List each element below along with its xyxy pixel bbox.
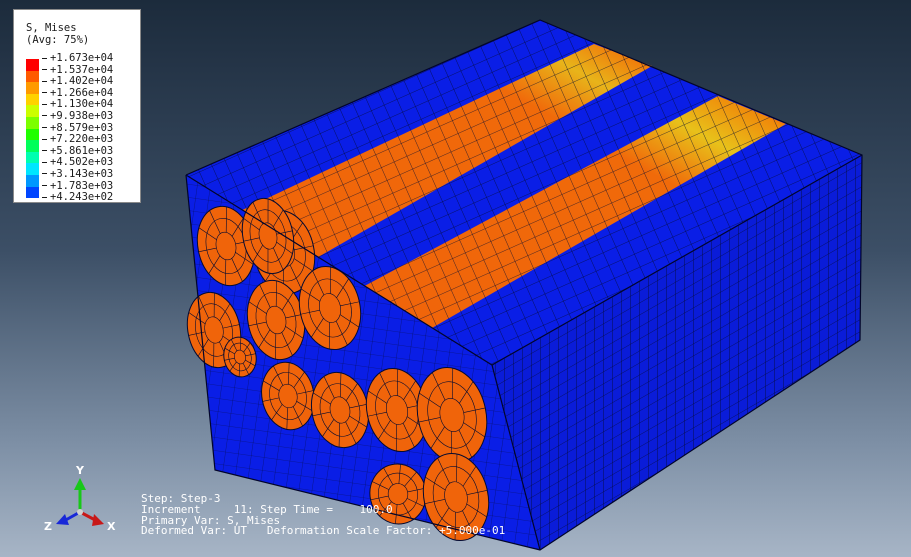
legend-swatch <box>26 163 39 175</box>
legend-swatch <box>26 140 39 152</box>
legend-swatch <box>26 186 39 199</box>
legend-swatch <box>26 128 39 141</box>
x-axis-arrowhead <box>92 514 104 526</box>
legend-swatch <box>26 82 39 94</box>
y-axis-arrowhead <box>74 478 86 490</box>
legend-value-label: +9.938e+03 <box>42 110 113 123</box>
legend-subtitle: (Avg: 75%) <box>26 34 90 46</box>
legend-value-label: +7.220e+03 <box>42 134 113 146</box>
z-axis-label: Z <box>44 520 52 533</box>
x-axis-label: X <box>107 520 116 533</box>
legend-value-label: +4.243e+02 <box>42 192 113 204</box>
legend-value-label: +3.143e+03 <box>42 168 113 181</box>
legend-swatch <box>26 174 39 187</box>
contour-legend[interactable]: S, Mises (Avg: 75%) +1.673e+04 +1.537e+04… <box>13 9 141 203</box>
legend-swatch <box>26 151 39 164</box>
legend-swatch <box>26 93 39 106</box>
legend-swatch <box>26 116 39 129</box>
triad-origin <box>77 509 83 515</box>
legend-swatch <box>26 70 39 83</box>
legend-title: S, Mises <box>26 22 77 34</box>
y-axis-label: Y <box>75 464 85 477</box>
legend-value-label: +1.673e+04 <box>42 52 113 65</box>
legend-value-labels: +1.673e+04 +1.537e+04 +1.402e+04 +1.266e+04… <box>42 52 113 204</box>
axis-triad: Y X Z <box>44 464 116 533</box>
legend-swatch <box>26 105 39 117</box>
legend-color-scale <box>26 59 40 199</box>
deformed-var-text: Deformed Var: UT Deformation Scale Facto… <box>141 524 506 538</box>
step-info-block: Step: Step-3 Increment 11: Step Time = 1… <box>141 493 506 538</box>
legend-swatch <box>26 59 39 71</box>
